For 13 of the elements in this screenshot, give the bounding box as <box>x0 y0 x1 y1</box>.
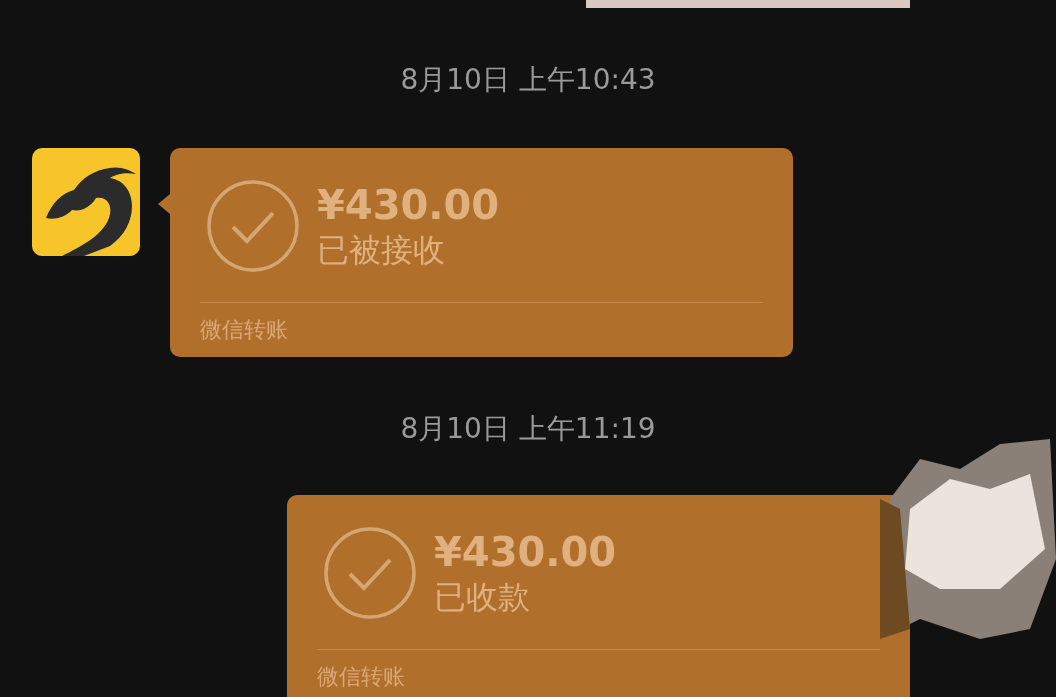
check-circle-icon <box>207 180 299 272</box>
transfer-label: 微信转账 <box>317 663 406 691</box>
message-timestamp: 8月10日 上午11:19 <box>399 411 657 447</box>
dragon-avatar[interactable] <box>32 148 140 256</box>
transfer-label: 微信转账 <box>200 316 289 344</box>
transfer-amount: ¥430.00 <box>434 528 617 576</box>
transfer-amount: ¥430.00 <box>317 181 500 229</box>
transfer-status: 已收款 <box>434 577 531 618</box>
check-circle-icon <box>324 527 416 619</box>
transfer-bubble[interactable]: ¥430.00 已被接收 微信转账 <box>170 148 793 357</box>
transfer-bubble[interactable]: ¥430.00 已收款 微信转账 <box>287 495 910 697</box>
transfer-status: 已被接收 <box>317 230 446 271</box>
message-timestamp: 8月10日 上午10:43 <box>399 62 657 98</box>
